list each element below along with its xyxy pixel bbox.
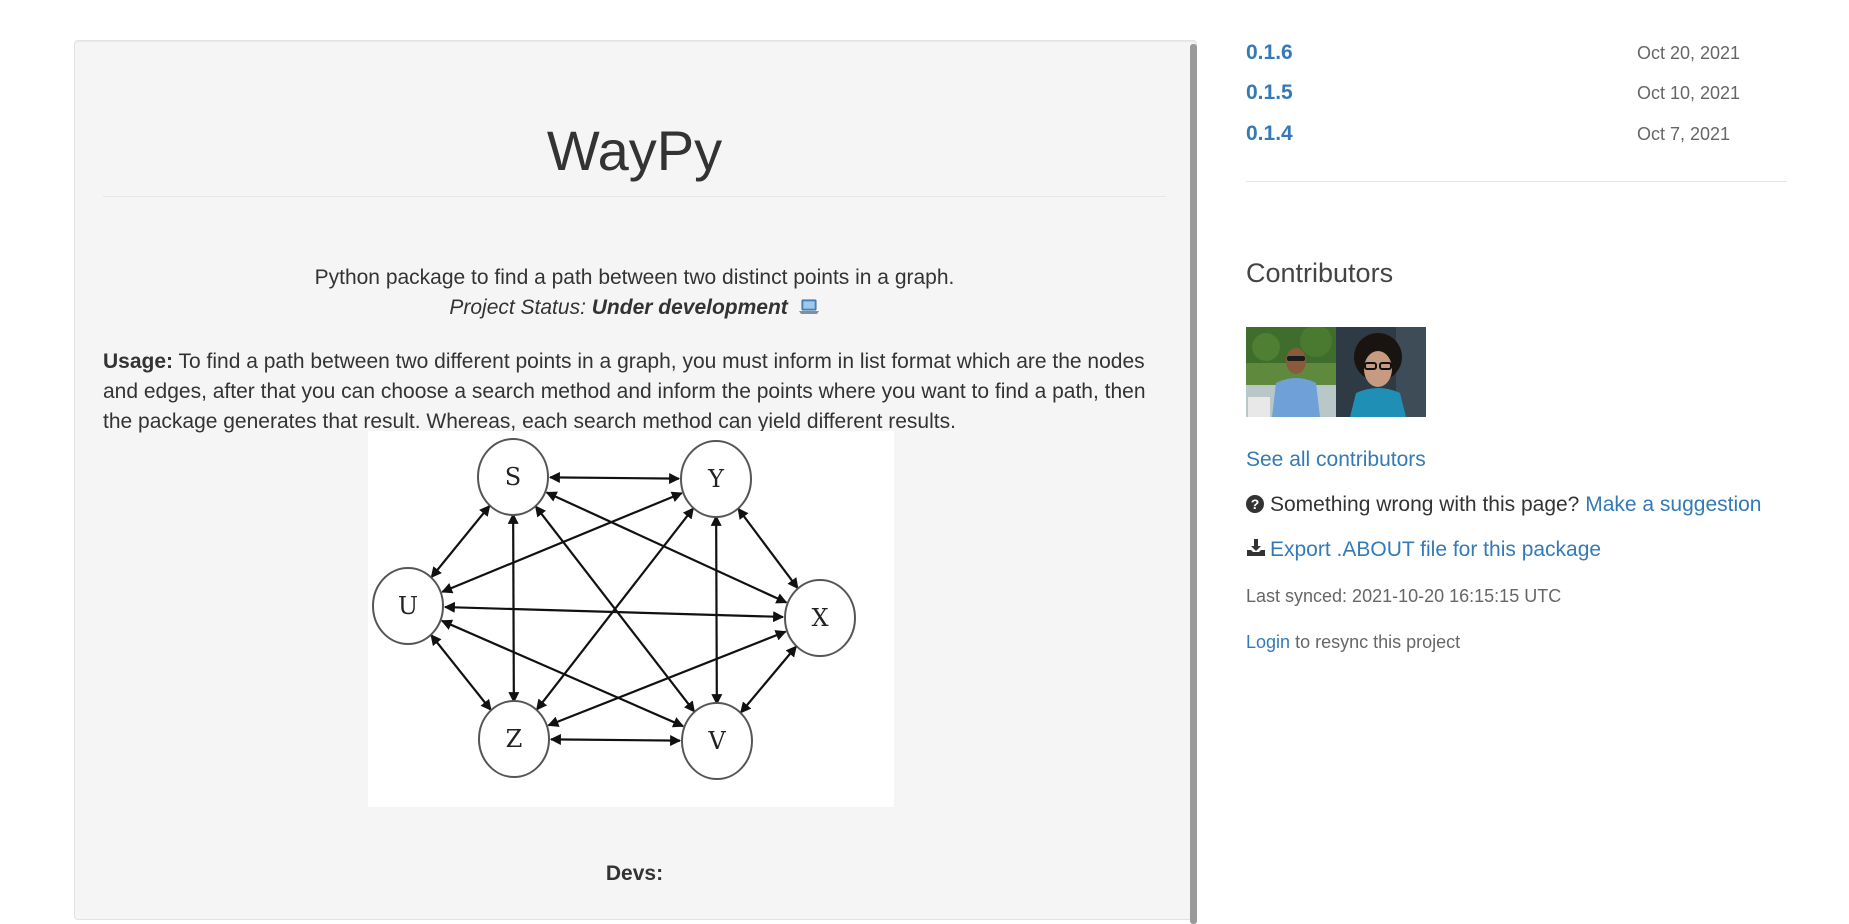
feedback-text: Something wrong with this page? <box>1270 493 1580 516</box>
usage-text: To find a path between two different poi… <box>103 350 1146 433</box>
graph-edge-x-v <box>739 645 798 714</box>
devs-heading: Devs: <box>605 862 664 885</box>
status-prefix: Project Status: <box>449 296 586 319</box>
release-date: Oct 10, 2021 <box>1637 83 1741 103</box>
readme-tagline: Python package to find a path between tw… <box>314 266 955 289</box>
export-about-link[interactable]: Export .ABOUT file for this package <box>1246 534 1601 566</box>
release-date: Oct 7, 2021 <box>1637 124 1731 144</box>
graph-diagram: S Y U X Z V <box>372 438 856 780</box>
graph-node-x: X <box>784 579 856 657</box>
graph-node-label: Z <box>506 725 523 753</box>
project-status: Project Status: Under development <box>103 293 1166 323</box>
sidebar-divider <box>1246 181 1787 182</box>
last-synced: Last synced: 2021-10-20 16:15:15 UTC <box>1246 586 1562 606</box>
page-feedback: ? Something wrong with this page? Make a … <box>1246 489 1761 521</box>
resync-text: to resync this project <box>1295 632 1461 652</box>
avatar[interactable] <box>1246 327 1336 417</box>
contributor-avatars <box>1246 327 1428 417</box>
avatar[interactable] <box>1336 327 1426 417</box>
graph-node-y: Y <box>680 440 752 518</box>
graph-edge-y-x <box>737 507 799 590</box>
title-divider <box>103 196 1166 197</box>
graph-edge-z-v <box>549 733 682 747</box>
login-link[interactable]: Login <box>1246 632 1290 652</box>
graph-edge-s-x <box>545 491 788 604</box>
graph-node-label: V <box>707 727 726 755</box>
graph-node-label: Y <box>707 465 725 493</box>
release-version-link[interactable]: 0.1.6 <box>1246 37 1293 69</box>
download-icon <box>1247 539 1265 556</box>
graph-edge-y-u <box>441 491 683 594</box>
export-link-text: Export .ABOUT file for this package <box>1270 538 1602 561</box>
readme-panel: WayPy Python package to find a path betw… <box>74 40 1197 920</box>
see-all-contributors-link[interactable]: See all contributors <box>1246 444 1426 476</box>
resync-line: Login to resync this project <box>1246 626 1460 658</box>
graph-edge-s-u <box>430 504 491 579</box>
make-suggestion-link[interactable]: Make a suggestion <box>1585 493 1761 516</box>
graph-edge-y-v <box>710 514 723 706</box>
release-date: Oct 20, 2021 <box>1637 43 1741 63</box>
graph-diagram-image: S Y U X Z V <box>368 431 894 807</box>
readme-title: WayPy <box>546 119 723 182</box>
release-row: 0.1.4 Oct 7, 2021 <box>1246 118 1730 150</box>
graph-node-u: U <box>372 567 444 645</box>
graph-edge-u-v <box>440 619 685 728</box>
graph-edge-s-y <box>548 471 681 485</box>
readme-scrollbar[interactable] <box>1190 44 1197 924</box>
usage-label: Usage: <box>103 350 174 373</box>
sidebar: 0.1.6 Oct 20, 2021 0.1.5 Oct 10, 2021 0.… <box>1246 0 1787 911</box>
release-version-link[interactable]: 0.1.4 <box>1246 118 1293 150</box>
release-version-link[interactable]: 0.1.5 <box>1246 77 1293 109</box>
contributors-heading: Contributors <box>1246 258 1394 288</box>
graph-edge-x-z <box>547 630 787 727</box>
laptop-icon <box>798 299 819 314</box>
release-row: 0.1.6 Oct 20, 2021 <box>1246 37 1740 69</box>
graph-node-label: X <box>811 604 828 632</box>
graph-node-label: U <box>398 592 418 620</box>
graph-node-z: Z <box>478 700 550 778</box>
graph-node-label: S <box>505 463 521 491</box>
release-row: 0.1.5 Oct 10, 2021 <box>1246 77 1740 109</box>
status-value: Under development <box>591 296 788 319</box>
usage-paragraph: Usage: To find a path between two differ… <box>103 347 1158 437</box>
graph-node-s: S <box>477 438 549 516</box>
graph-edge-u-z <box>430 634 492 711</box>
question-circle-icon: ? <box>1246 495 1264 513</box>
graph-node-v: V <box>681 702 753 780</box>
